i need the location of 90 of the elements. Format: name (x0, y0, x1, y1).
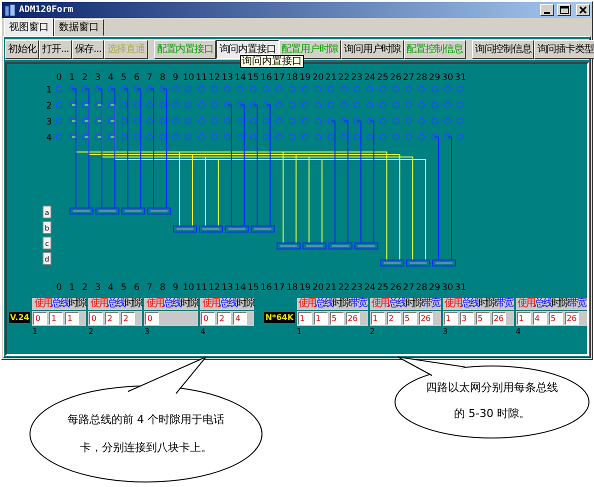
group-number: 1 (296, 327, 303, 336)
column-label: 23 (351, 283, 363, 293)
column-label: 26 (390, 73, 402, 83)
column-label: 23 (351, 73, 363, 83)
column-label: 11 (196, 283, 208, 293)
column-label: 25 (377, 283, 388, 293)
column-label: 31 (454, 73, 466, 83)
column-label: 2 (82, 283, 88, 293)
row-label: 4 (46, 134, 52, 144)
column-label: 10 (182, 283, 194, 293)
column-header: 使用总线时隙 (32, 298, 86, 310)
group-number: 2 (88, 327, 94, 336)
group-number: 2 (370, 327, 376, 336)
column-label: 28 (416, 73, 428, 83)
column-label: 0 (56, 283, 62, 293)
column-label: 14 (234, 73, 246, 83)
column-label: 3 (94, 73, 101, 83)
column-label: 3 (94, 283, 101, 293)
column-label: 17 (273, 73, 285, 83)
column-label: 29 (428, 73, 440, 83)
column-header: 使用总线时隙 (144, 298, 198, 310)
column-label: 4 (108, 73, 114, 83)
column-label: 9 (172, 283, 178, 293)
column-label: 16 (260, 73, 272, 83)
column-label: 30 (442, 73, 454, 83)
column-label: 16 (260, 283, 272, 293)
column-label: 5 (120, 73, 127, 83)
column-label: 7 (146, 283, 153, 293)
column-label: 29 (428, 283, 440, 293)
column-label: 12 (208, 73, 220, 83)
column-label: 27 (402, 73, 414, 83)
column-label: 13 (222, 73, 234, 83)
group-number: 4 (200, 327, 206, 336)
column-header: 使用总线时隙带宽 (442, 298, 514, 310)
window-title: ADM120Form (19, 5, 74, 15)
column-label: 20 (312, 73, 324, 83)
row-label: 3 (46, 118, 52, 128)
column-header: 使用总线时隙带宽 (296, 298, 368, 310)
column-label: 0 (56, 73, 62, 83)
interface-label: V.24 (9, 312, 30, 323)
column-label: 18 (286, 73, 298, 83)
callout-text: 每路总线的前 4 个时隙用于电话卡，分别连接到八块卡上。 (66, 412, 226, 456)
column-label: 2 (82, 73, 88, 83)
column-label: 11 (196, 73, 208, 83)
column-label: 8 (160, 283, 166, 293)
column-header: 使用总线时隙 (88, 298, 142, 310)
column-label: 6 (134, 73, 140, 83)
column-label: 24 (364, 73, 376, 83)
column-label: 1 (69, 283, 75, 293)
column-label: 24 (364, 283, 376, 293)
column-label: 15 (248, 283, 259, 293)
column-label: 19 (299, 73, 311, 83)
column-label: 17 (273, 283, 285, 293)
column-header: 使用总线时隙 (200, 298, 254, 310)
column-label: 27 (402, 283, 414, 293)
row-label: 1 (46, 86, 52, 96)
tooltip: 询问内置接口 (240, 55, 304, 68)
row-label: 2 (46, 102, 52, 112)
column-label: 22 (338, 283, 350, 293)
column-label: 30 (442, 283, 454, 293)
column-label: 21 (325, 283, 337, 293)
column-label: 9 (172, 73, 178, 83)
callout-text: 四路以太网分别用每条总线的 5-30 时隙。 (425, 380, 559, 422)
column-label: 19 (299, 283, 311, 293)
group-number: 4 (516, 327, 522, 336)
column-label: 12 (208, 283, 220, 293)
column-header: 使用总线时隙带宽 (516, 298, 587, 310)
group-number: 1 (32, 327, 38, 336)
column-label: 15 (248, 73, 259, 83)
column-header: 使用总线时隙带宽 (370, 298, 441, 310)
column-label: 22 (338, 73, 350, 83)
column-label: 7 (146, 73, 153, 83)
column-label: 20 (312, 283, 324, 293)
column-label: 18 (286, 283, 298, 293)
column-label: 13 (222, 283, 234, 293)
column-label: 26 (390, 283, 402, 293)
column-label: 21 (325, 73, 337, 83)
column-label: 10 (182, 73, 194, 83)
group-number: 3 (144, 327, 150, 336)
column-label: 4 (108, 283, 114, 293)
column-label: 5 (120, 283, 127, 293)
group-number: 3 (442, 327, 449, 336)
interface-label: N*64K (264, 312, 295, 323)
column-label: 25 (377, 73, 388, 83)
column-label: 6 (134, 283, 140, 293)
column-label: 8 (160, 73, 166, 83)
column-label: 28 (416, 283, 428, 293)
column-label: 1 (69, 73, 75, 83)
column-label: 14 (234, 283, 246, 293)
column-label: 31 (454, 283, 466, 293)
